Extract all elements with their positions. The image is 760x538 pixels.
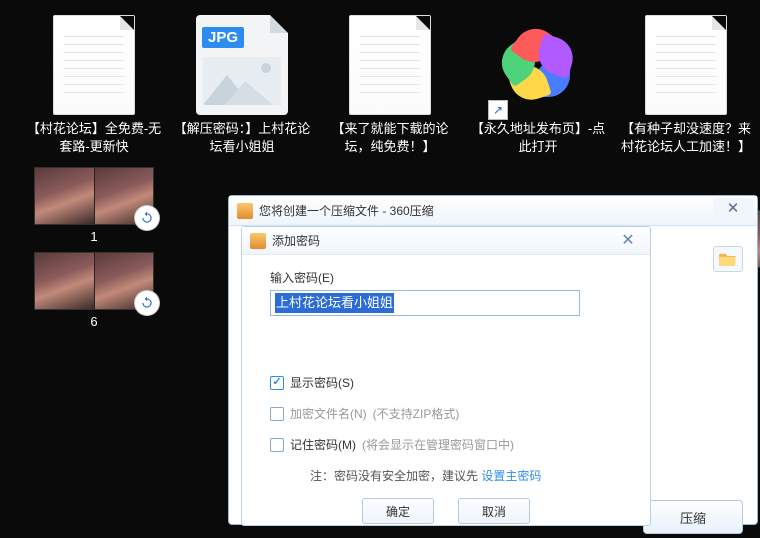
file-label: 【村花论坛】全免费-无套路-更新快 [24,120,164,155]
video-caption: 6 [90,314,97,329]
password-footnote: 注：密码没有安全加密，建议先 设置主密码 [270,467,622,484]
ok-button[interactable]: 确定 [362,498,434,524]
add-password-dialog: 添加密码 ✕ 输入密码(E) 上村花论坛看小姐姐 显示密码(S) 加密文件名(N… [241,226,651,526]
password-input[interactable]: 上村花论坛看小姐姐 [270,290,580,316]
folder-icon [719,252,737,266]
remember-password-hint: (将会显示在管理密码窗口中) [362,436,514,453]
browse-folder-button[interactable] [713,246,743,272]
jpg-file-icon: JPG [194,12,290,118]
encrypt-filename-hint: (不支持ZIP格式) [373,405,460,422]
dialog-title: 添加密码 [272,232,320,249]
close-button[interactable]: ✕ [713,198,753,218]
cancel-button[interactable]: 取消 [458,498,530,524]
file-label: 【永久地址发布页】-点此打开 [468,120,608,155]
remember-password-checkbox[interactable] [270,438,284,452]
file-item[interactable]: 【有种子却没速度？来村花论坛人工加速！】 [612,8,760,159]
video-thumbnail-icon [34,167,154,225]
refresh-overlay-icon [135,206,159,230]
video-thumbnail-icon [34,252,154,310]
create-archive-dialog: 您将创建一个压缩文件 - 360压缩 ✕ 压缩 添加密码 ✕ 输入密码(E) 上… [228,195,758,525]
archive-app-icon [250,233,266,249]
encrypt-filename-label: 加密文件名(N) [290,405,367,422]
dialog-titlebar[interactable]: 您将创建一个压缩文件 - 360压缩 [229,196,757,226]
encrypt-filename-checkbox[interactable] [270,407,284,421]
password-value: 上村花论坛看小姐姐 [275,293,394,313]
remember-password-label: 记住密码(M) [290,436,356,453]
url-shortcut-icon: ↗ [490,12,586,118]
jpg-badge: JPG [202,27,244,48]
compress-button[interactable]: 压缩 [643,500,743,534]
refresh-overlay-icon [135,291,159,315]
dialog-title: 您将创建一个压缩文件 - 360压缩 [259,202,434,219]
file-item[interactable]: 【来了就能下载的论坛，纯免费！】 [316,8,464,159]
archive-app-icon [237,203,253,219]
shortcut-arrow-icon: ↗ [488,100,508,120]
file-label: 【有种子却没速度？来村花论坛人工加速！】 [616,120,756,155]
show-password-label: 显示密码(S) [290,374,354,391]
set-master-password-link[interactable]: 设置主密码 [481,469,541,483]
show-password-checkbox[interactable] [270,376,284,390]
dialog-titlebar[interactable]: 添加密码 [242,227,650,255]
password-label: 输入密码(E) [270,269,622,286]
video-file-item[interactable]: 6 [20,248,168,333]
file-item[interactable]: ↗ 【永久地址发布页】-点此打开 [464,8,612,159]
file-label: 【来了就能下载的论坛，纯免费！】 [320,120,460,155]
file-label: 【解压密码：】上村花论坛看小姐姐 [172,120,312,155]
video-file-item[interactable]: 1 [20,163,168,248]
text-file-icon [638,12,734,118]
video-caption: 1 [90,229,97,244]
file-item[interactable]: 【村花论坛】全免费-无套路-更新快 [20,8,168,159]
text-file-icon [342,12,438,118]
file-item[interactable]: JPG 【解压密码：】上村花论坛看小姐姐 [168,8,316,159]
text-file-icon [46,12,142,118]
close-button[interactable]: ✕ [612,231,644,249]
